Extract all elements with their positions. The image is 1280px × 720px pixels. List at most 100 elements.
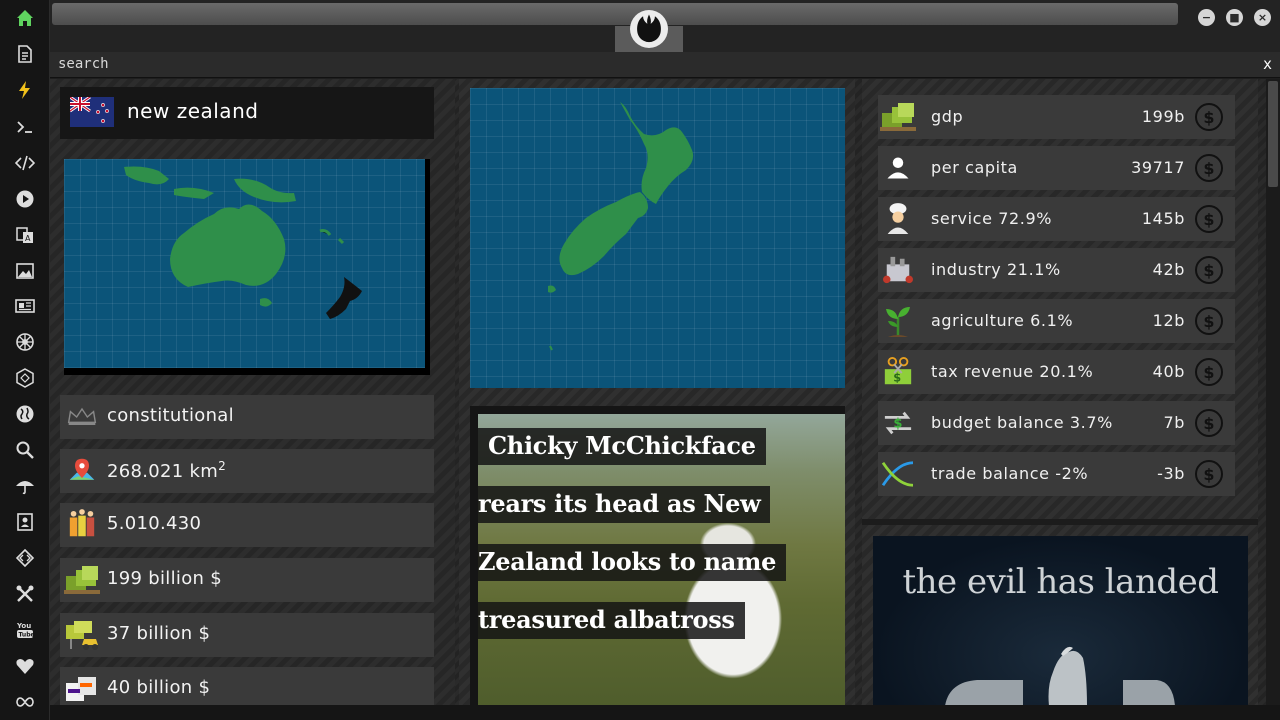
economy-row-tax-revenue[interactable]: $ tax revenue 20.1% 40b $ xyxy=(878,350,1235,394)
economy-label: trade balance -2% xyxy=(931,464,1089,483)
news-icon[interactable] xyxy=(13,294,37,318)
headline-line-3[interactable]: Zealand looks to name xyxy=(478,544,787,581)
area-row: 268.021 km2 xyxy=(60,449,434,493)
news-card[interactable]: Chicky McChickface rears its head as New… xyxy=(470,406,845,705)
address-bar[interactable] xyxy=(52,3,1178,25)
dollar-coin-icon[interactable]: $ xyxy=(1195,358,1223,386)
svg-text:$: $ xyxy=(893,371,901,384)
economy-row-industry[interactable]: industry 21.1% 42b $ xyxy=(878,248,1235,292)
minimize-button[interactable]: − xyxy=(1198,9,1215,26)
dollar-coin-icon[interactable]: $ xyxy=(1195,256,1223,284)
economy-label: industry 21.1% xyxy=(931,260,1061,279)
region-map[interactable] xyxy=(64,159,430,375)
rebel-alliance-logo-icon[interactable] xyxy=(630,10,668,48)
vertical-scrollbar[interactable] xyxy=(1266,79,1280,705)
gdp-value: 199 billion $ xyxy=(107,568,223,589)
content-area: new zealand constitutional 268.021 km2 5… xyxy=(50,79,1280,705)
headline-line-2[interactable]: rears its head as New xyxy=(478,486,771,523)
svg-text:A: A xyxy=(25,234,31,243)
economy-label: budget balance 3.7% xyxy=(931,413,1113,432)
code-icon[interactable] xyxy=(13,151,37,175)
economy-value: 42b xyxy=(1152,260,1185,279)
dollar-coin-icon[interactable]: $ xyxy=(1195,307,1223,335)
country-name: new zealand xyxy=(127,99,259,123)
person-icon xyxy=(880,150,916,186)
app-window: A You Tube − ■ × search x new zealand co… xyxy=(0,0,1280,720)
economy-value: 145b xyxy=(1141,209,1185,228)
dollar-coin-icon[interactable]: $ xyxy=(1195,460,1223,488)
svg-text:You: You xyxy=(16,622,31,630)
title-bar: − ■ × xyxy=(50,0,1280,52)
dollar-coin-icon[interactable]: $ xyxy=(1195,409,1223,437)
population-row: 5.010.430 xyxy=(60,503,434,547)
crown-icon xyxy=(64,401,100,433)
headline-line-4[interactable]: treasured albatross xyxy=(478,602,745,639)
economy-label: service 72.9% xyxy=(931,209,1053,228)
people-icon xyxy=(64,509,100,541)
chef-icon xyxy=(880,201,916,237)
globe-icon[interactable] xyxy=(13,402,37,426)
country-panel: new zealand constitutional 268.021 km2 5… xyxy=(50,79,455,705)
economy-label: tax revenue 20.1% xyxy=(931,362,1094,381)
search-bar[interactable]: search x xyxy=(50,52,1280,78)
gdp-row: 199 billion $ xyxy=(60,558,434,602)
infinity-icon[interactable] xyxy=(13,690,37,714)
search-close-button[interactable]: x xyxy=(1263,55,1272,73)
document-icon[interactable] xyxy=(13,42,37,66)
economy-value: 199b xyxy=(1141,107,1185,126)
fedex-boxes-icon xyxy=(64,673,100,705)
scrollbar-thumb[interactable] xyxy=(1268,81,1278,187)
svg-text:Tube: Tube xyxy=(19,632,35,639)
area-value: 268.021 km2 xyxy=(107,459,227,482)
eagle-statue-icon xyxy=(945,646,1175,705)
economy-value: -3b xyxy=(1157,464,1185,483)
diamond-code-icon[interactable] xyxy=(13,546,37,570)
economy-label: per capita xyxy=(931,158,1018,177)
heart-icon[interactable] xyxy=(13,654,37,678)
country-map[interactable] xyxy=(470,88,845,388)
home-icon[interactable] xyxy=(13,6,37,30)
economy-row-budget-balance[interactable]: $ budget balance 3.7% 7b $ xyxy=(878,401,1235,445)
population-value: 5.010.430 xyxy=(107,513,202,534)
economy-row-per-capita[interactable]: per capita 39717 $ xyxy=(878,146,1235,190)
stat6-value: 40 billion $ xyxy=(107,677,211,698)
dollar-coin-icon[interactable]: $ xyxy=(1195,103,1223,131)
dollar-coin-icon[interactable]: $ xyxy=(1195,205,1223,233)
hexagon-icon[interactable] xyxy=(13,366,37,390)
translate-icon[interactable]: A xyxy=(13,223,37,247)
dollar-coin-icon[interactable]: $ xyxy=(1195,154,1223,182)
money-stack-icon xyxy=(64,564,100,596)
exchange-icon: $ xyxy=(880,405,916,441)
umbrella-icon[interactable] xyxy=(13,474,37,498)
economy-row-gdp[interactable]: gdp 199b $ xyxy=(878,95,1235,139)
money-forklift-icon xyxy=(64,619,100,651)
economy-value: 7b xyxy=(1163,413,1185,432)
economy-value: 39717 xyxy=(1131,158,1185,177)
economy-row-trade-balance[interactable]: trade balance -2% -3b $ xyxy=(878,452,1235,496)
sidebar: A You Tube xyxy=(0,0,50,720)
tools-icon[interactable] xyxy=(13,582,37,606)
search-icon[interactable] xyxy=(13,438,37,462)
headline-line-1[interactable]: Chicky McChickface xyxy=(478,428,766,465)
oceania-map xyxy=(124,166,362,319)
image-icon[interactable] xyxy=(13,259,37,283)
maximize-button[interactable]: ■ xyxy=(1226,9,1243,26)
economy-value: 40b xyxy=(1152,362,1185,381)
government-row: constitutional xyxy=(60,395,434,439)
economy-row-service[interactable]: service 72.9% 145b $ xyxy=(878,197,1235,241)
stat5-value: 37 billion $ xyxy=(107,623,211,644)
movie-ad-banner[interactable]: the evil has landed xyxy=(873,536,1248,705)
empire-icon[interactable] xyxy=(13,330,37,354)
youtube-icon[interactable]: You Tube xyxy=(13,618,37,642)
lightning-icon[interactable] xyxy=(13,78,37,102)
contact-icon[interactable] xyxy=(13,510,37,534)
tax-scissors-icon: $ xyxy=(880,354,916,390)
close-window-button[interactable]: × xyxy=(1254,9,1271,26)
search-label[interactable]: search xyxy=(58,56,109,72)
play-icon[interactable] xyxy=(13,187,37,211)
new-zealand-flag-icon xyxy=(70,97,114,127)
map-pin-icon xyxy=(64,455,100,487)
economy-row-agriculture[interactable]: agriculture 6.1% 12b $ xyxy=(878,299,1235,343)
detail-panel: Chicky McChickface rears its head as New… xyxy=(459,79,855,705)
terminal-icon[interactable] xyxy=(13,115,37,139)
